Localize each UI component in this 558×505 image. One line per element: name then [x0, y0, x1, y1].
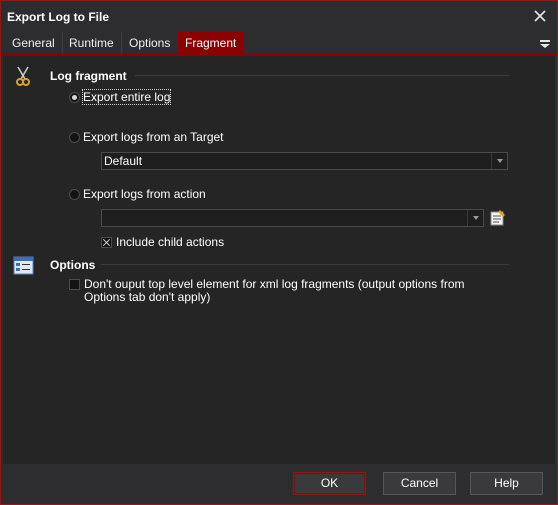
checkbox-indicator [69, 279, 80, 290]
no-top-level-element-label: Don't ouput top level element for xml lo… [84, 277, 465, 304]
export-from-target-radio[interactable]: Export logs from an Target [69, 130, 224, 144]
radio-indicator [69, 131, 80, 143]
section-divider [101, 264, 509, 265]
tab-options[interactable]: Options [122, 32, 177, 54]
tab-bar: General Runtime Options Fragment [1, 32, 557, 54]
radio-indicator [69, 91, 80, 103]
export-entire-log-radio[interactable]: Export entire log [69, 89, 172, 105]
window-title: Export Log to File [7, 10, 109, 24]
dialog-footer: OK Cancel Help [3, 464, 555, 504]
options-window-icon [13, 255, 35, 277]
chevron-down-icon[interactable] [467, 210, 483, 226]
ok-button[interactable]: OK [293, 472, 366, 495]
fragment-panel: Log fragment Export entire log Export lo… [3, 56, 555, 464]
log-fragment-heading: Log fragment [50, 69, 127, 83]
checkbox-indicator [101, 237, 112, 248]
tab-general[interactable]: General [5, 32, 63, 54]
scissors-icon [12, 65, 34, 87]
export-from-action-label: Export logs from action [83, 187, 206, 201]
export-entire-log-label: Export entire log [81, 89, 172, 105]
help-button[interactable]: Help [470, 472, 543, 495]
tab-runtime[interactable]: Runtime [62, 32, 122, 54]
tab-fragment[interactable]: Fragment [178, 32, 244, 54]
close-icon[interactable] [529, 5, 551, 27]
title-bar: Export Log to File [1, 1, 557, 32]
export-from-target-label: Export logs from an Target [83, 130, 224, 144]
include-child-actions-checkbox[interactable]: Include child actions [101, 236, 224, 249]
include-child-actions-label: Include child actions [116, 235, 225, 249]
cancel-button[interactable]: Cancel [383, 472, 456, 495]
radio-indicator [69, 188, 80, 200]
chevron-down-icon[interactable] [491, 153, 507, 169]
export-from-action-radio[interactable]: Export logs from action [69, 187, 206, 201]
no-top-level-element-checkbox[interactable]: Don't ouput top level element for xml lo… [69, 278, 499, 304]
target-dropdown[interactable]: Default [101, 152, 508, 170]
action-dropdown[interactable] [101, 209, 484, 227]
action-picker-icon[interactable] [489, 209, 507, 227]
section-divider [135, 75, 509, 76]
tab-overflow-menu-icon[interactable] [537, 34, 553, 52]
options-heading: Options [50, 258, 96, 272]
export-log-dialog: Export Log to File General Runtime Optio… [0, 0, 558, 505]
target-dropdown-value: Default [104, 154, 143, 168]
